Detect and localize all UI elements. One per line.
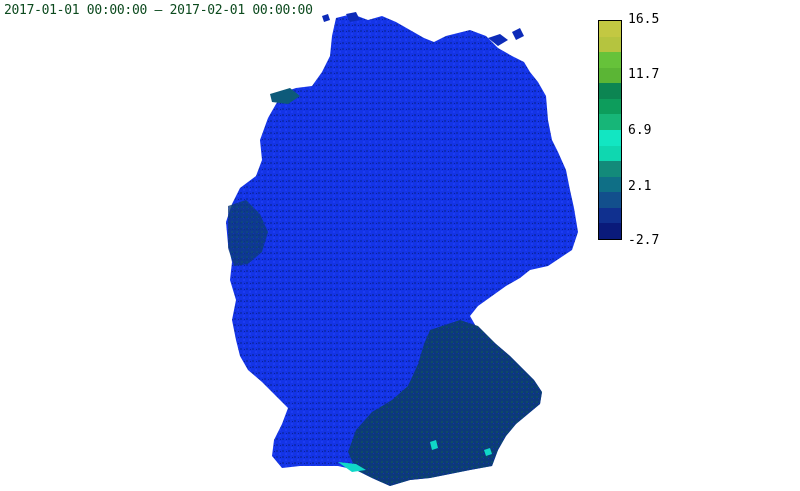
legend-tick: 2.1: [628, 179, 652, 194]
legend-colorbar: [598, 20, 622, 240]
legend-tick-min: -2.7: [628, 233, 660, 248]
legend-color-segment: [599, 52, 621, 68]
island-north-2: [322, 14, 330, 22]
legend-color-segment: [599, 145, 621, 162]
legend-color-segment: [599, 114, 621, 130]
legend-color-segment: [599, 192, 621, 208]
legend-color-segment: [599, 129, 621, 146]
legend-color-segment: [599, 223, 621, 239]
island-east-2: [512, 28, 524, 40]
legend-tick: 6.9: [628, 123, 652, 138]
legend-color-segment: [599, 83, 621, 99]
legend-color-segment: [599, 176, 621, 193]
legend-color-segment: [599, 36, 621, 53]
legend-color-segment: [599, 161, 621, 177]
legend-color-segment: [599, 207, 621, 224]
legend-color-segment: [599, 67, 621, 84]
legend-color-segment: [599, 98, 621, 115]
legend-color-segment: [599, 21, 621, 37]
germany-map: [226, 12, 578, 486]
legend-tick: 11.7: [628, 67, 660, 82]
legend-tick-max: 16.5: [628, 12, 660, 27]
